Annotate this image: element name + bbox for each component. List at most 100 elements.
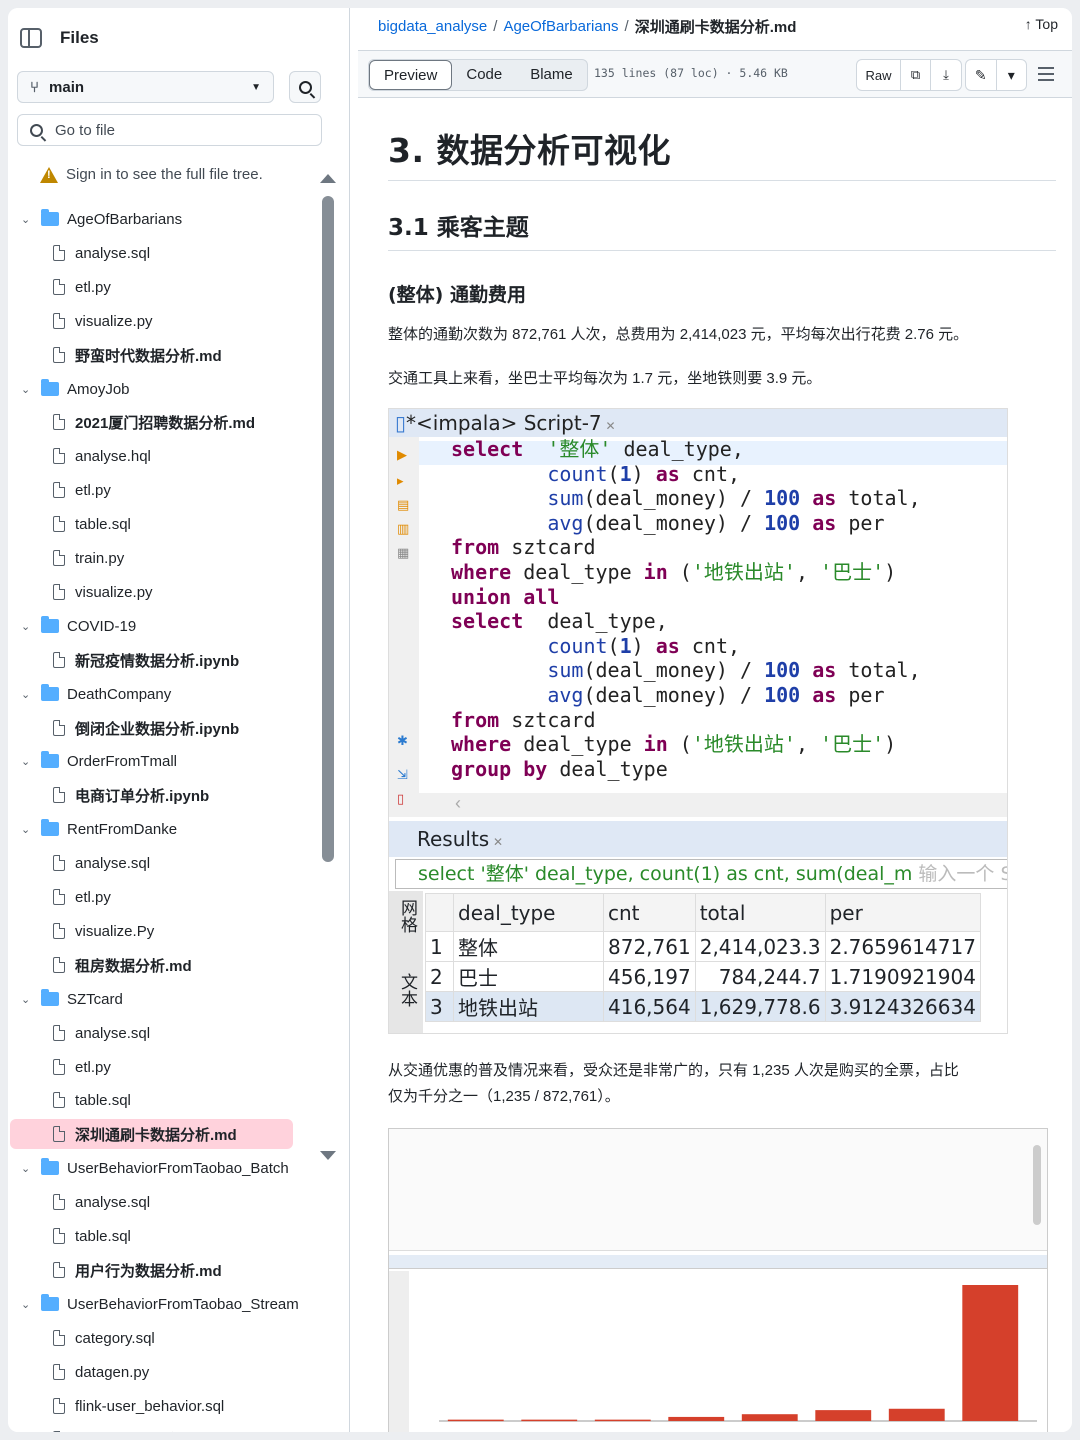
scrollbar-thumb[interactable] — [322, 196, 334, 862]
scroll-down-arrow[interactable] — [320, 1151, 336, 1160]
heading-h1: 3. 数据分析可视化 — [388, 131, 671, 170]
table-cell: 416,564 — [603, 991, 696, 1022]
tab-preview[interactable]: Preview — [369, 60, 453, 90]
tree-file[interactable]: 深圳通刷卡数据分析.md — [10, 1119, 293, 1149]
chevron-down-icon[interactable]: ⌄ — [21, 383, 30, 396]
table-row[interactable]: 3 地铁出站 416,564 1,629,778.6 3.9124326634 — [425, 991, 981, 1022]
file-icon — [53, 1092, 65, 1108]
chart-bar — [962, 1285, 1019, 1421]
format-icon: ▦ — [397, 545, 410, 560]
column-header[interactable]: cnt — [603, 893, 696, 932]
folder-icon — [41, 379, 59, 396]
folder-icon — [41, 989, 59, 1006]
script-run-icon: ▤ — [397, 497, 410, 512]
search-button[interactable] — [289, 71, 321, 103]
chevron-down-icon[interactable]: ⌄ — [21, 755, 30, 768]
editor-gutter: ▶ ▸ ▤ ▥ ▦ ✱ ⇲ ▯ — [389, 437, 419, 817]
editor-tab-title: *<impala> Script-7 — [406, 411, 602, 435]
collapse-panel-icon[interactable] — [20, 28, 42, 48]
table-row[interactable]: 2 巴士 456,197 784,244.7 1.7190921904 — [425, 961, 981, 992]
table-cell: 3.9124326634 — [824, 991, 981, 1022]
tree-item-label: flink-user_behavior.sql — [75, 1397, 225, 1415]
chevron-down-icon[interactable]: ⌄ — [21, 688, 30, 701]
column-header[interactable]: total — [694, 893, 826, 932]
tree-item-label: COVID-19 — [67, 617, 137, 635]
tree-item-label: DeathCompany — [67, 685, 172, 703]
tree-item-label: 倒闭企业数据分析.ipynb — [75, 720, 240, 738]
folder-icon — [41, 819, 59, 836]
breadcrumb-folder-link[interactable]: AgeOfBarbarians — [503, 18, 618, 35]
file-icon — [53, 482, 65, 498]
editor-tab: ▯*<impala> Script-7 ✕ — [389, 409, 1007, 437]
raw-actions: Raw ⧉ ⤓ — [856, 59, 962, 91]
file-icon — [53, 787, 65, 803]
tree-item-label: 野蛮时代数据分析.md — [75, 347, 222, 365]
sidebar-header: Files — [20, 24, 99, 52]
table-row[interactable]: 1 整体 872,761 2,414,023.3 2.7659614717 — [425, 931, 981, 962]
file-icon — [53, 1431, 65, 1432]
editor-scrollbar — [1033, 1145, 1041, 1225]
paragraph: 从交通优惠的普及情况来看，受众还是非常广的，只有 1,235 人次是购买的全票，… — [388, 1062, 959, 1079]
chevron-down-icon[interactable]: ⌄ — [21, 823, 30, 836]
chevron-down-icon[interactable]: ⌄ — [21, 1162, 30, 1175]
outline-list-icon[interactable] — [1038, 67, 1054, 81]
table-cell: 1,629,778.6 — [694, 991, 826, 1022]
run-icon: ▶ — [397, 447, 407, 462]
file-icon — [53, 1126, 65, 1142]
download-icon[interactable]: ⤓ — [931, 60, 961, 90]
chevron-down-icon[interactable]: ⌄ — [21, 993, 30, 1006]
sql-editor-screenshot: ▯*<impala> Script-7 ✕ ▶ ▸ ▤ ▥ ▦ ✱ ⇲ ▯ se… — [388, 408, 1008, 1034]
table-cell: 2,414,023.3 — [694, 931, 826, 962]
results-bar — [389, 1255, 1047, 1269]
back-to-top-link[interactable]: ↑ Top — [1025, 16, 1058, 32]
raw-button[interactable]: Raw — [857, 60, 901, 90]
tab-blame[interactable]: Blame — [516, 60, 587, 90]
chart-bar — [888, 1408, 945, 1421]
window: Files ⑂ main ▼ Go to file Sign in to see… — [8, 8, 1072, 1432]
tree-item-label: etl.py — [75, 481, 111, 499]
file-icon — [53, 279, 65, 295]
tree-item-label: etl.py — [75, 1058, 111, 1076]
tree-item-label: etl.py — [75, 888, 111, 906]
column-header[interactable]: per — [824, 893, 981, 932]
results-tab: Results ✕ — [389, 821, 1007, 857]
tab-code[interactable]: Code — [452, 60, 516, 90]
branch-selector[interactable]: ⑂ main ▼ — [17, 71, 274, 103]
file-icon — [53, 1025, 65, 1041]
sign-in-notice: Sign in to see the full file tree. — [40, 166, 263, 183]
results-view-switch: 网格 文本 — [389, 891, 423, 1033]
file-icon — [53, 1228, 65, 1244]
chevron-down-icon: ▼ — [251, 81, 261, 93]
script-icon: ▯ — [395, 411, 407, 435]
file-icon — [53, 957, 65, 973]
go-to-file-input[interactable]: Go to file — [17, 114, 322, 146]
tree-item-label: analyse.sql — [75, 1193, 151, 1211]
file-icon — [53, 414, 65, 430]
scroll-up-arrow[interactable] — [320, 174, 336, 183]
tree-item-label: 租房数据分析.md — [75, 957, 192, 975]
chart-bar — [521, 1419, 578, 1422]
tree-item-label: visualize.py — [75, 312, 153, 330]
results-side-panel — [389, 1271, 409, 1432]
tree-item-label: OrderFromTmall — [67, 752, 178, 770]
chevron-down-icon[interactable]: ⌄ — [21, 213, 30, 226]
file-tree-sidebar: Files ⑂ main ▼ Go to file Sign in to see… — [8, 8, 350, 1432]
results-title: Results — [417, 827, 490, 851]
settings-icon: ✱ — [397, 733, 408, 748]
query-preview: select '整体' deal_type, count(1) as cnt, … — [418, 863, 913, 885]
results-query-bar: select '整体' deal_type, count(1) as cnt, … — [395, 859, 1007, 889]
breadcrumb-current-file: 深圳通刷卡数据分析.md — [634, 19, 797, 36]
chevron-down-icon[interactable]: ⌄ — [21, 1298, 30, 1311]
file-icon — [53, 855, 65, 871]
tree-item-label: analyse.sql — [75, 244, 151, 262]
chevron-down-icon[interactable]: ⌄ — [21, 620, 30, 633]
table-cell: 456,197 — [603, 961, 696, 992]
column-header[interactable]: deal_type — [453, 893, 604, 932]
divider — [388, 180, 1056, 181]
table-cell: 2.7659614717 — [824, 931, 981, 962]
copy-icon[interactable]: ⧉ — [901, 60, 931, 90]
breadcrumb-repo-link[interactable]: bigdata_analyse — [378, 18, 487, 35]
top-label: Top — [1035, 16, 1058, 32]
pencil-icon[interactable]: ✎ — [966, 60, 997, 90]
chevron-down-icon[interactable]: ▾ — [997, 60, 1027, 90]
